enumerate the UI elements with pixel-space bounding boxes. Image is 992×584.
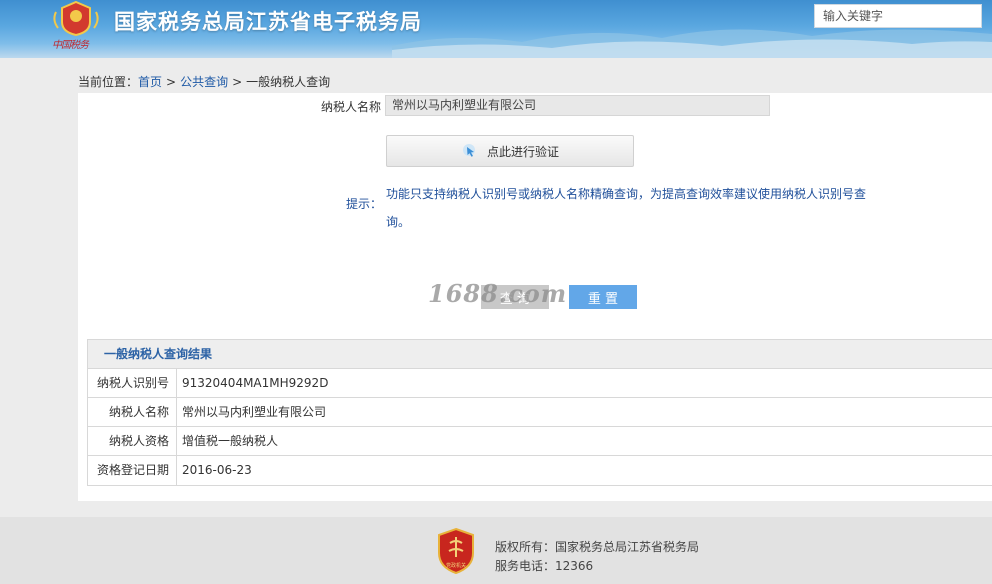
query-button[interactable]: 查 询 [481,285,549,309]
row-key: 纳税人名称 [88,398,177,426]
row-key: 资格登记日期 [88,456,177,485]
reset-button[interactable]: 重 置 [569,285,637,309]
hint-text: 功能只支持纳税人识别号或纳税人名称精确查询，为提高查询效率建议使用纳税人识别号查… [386,187,867,229]
hint-label: 提示： [346,197,383,211]
table-row: 资格登记日期 2016-06-23 [88,456,992,485]
table-row: 纳税人名称 常州以马内利塑业有限公司 [88,398,992,427]
taxpayer-name-field[interactable]: 常州以马内利塑业有限公司 [385,95,770,116]
verify-button[interactable]: 点此进行验证 [386,135,634,167]
row-value: 常州以马内利塑业有限公司 [182,405,327,419]
result-table: 一般纳税人查询结果 纳税人识别号 91320404MA1MH9292D 纳税人名… [87,339,992,486]
row-key: 纳税人资格 [88,427,177,455]
row-value: 增值税一般纳税人 [182,434,279,448]
taxpayer-name-label: 纳税人名称 [321,100,382,114]
search-input[interactable] [814,4,982,28]
copyright-text: 版权所有：国家税务总局江苏省税务局 [495,540,700,554]
government-badge-icon: 党政机关 [438,527,474,575]
site-title: 国家税务总局江苏省电子税务局 [114,10,422,34]
breadcrumb-prefix: 当前位置： [78,75,139,89]
query-panel: 纳税人名称 常州以马内利塑业有限公司 点此进行验证 提示： 功能只支持纳税人识别… [78,93,992,501]
site-footer: 党政机关 版权所有：国家税务总局江苏省税务局 服务电话：12366 [0,517,992,584]
breadcrumb: 当前位置：首页 > 公共查询 > 一般纳税人查询 [78,73,330,90]
breadcrumb-separator: > [232,75,243,89]
table-row: 纳税人资格 增值税一般纳税人 [88,427,992,456]
table-row: 纳税人识别号 91320404MA1MH9292D [88,369,992,398]
badge-text: 党政机关 [446,562,466,569]
breadcrumb-current: 一般纳税人查询 [246,75,331,89]
service-phone-text: 服务电话：12366 [495,559,594,573]
result-title: 一般纳税人查询结果 [88,340,992,369]
tax-emblem-icon [53,0,99,36]
cursor-click-icon [462,144,475,157]
breadcrumb-public-query-link[interactable]: 公共查询 [180,75,228,89]
row-key: 纳税人识别号 [88,369,177,397]
breadcrumb-home-link[interactable]: 首页 [138,75,162,89]
verify-button-label: 点此进行验证 [486,144,559,159]
site-header: 中国税务 国家税务总局江苏省电子税务局 [0,0,992,58]
row-value: 2016-06-23 [182,463,252,477]
emblem-caption: 中国税务 [52,40,89,51]
row-value: 91320404MA1MH9292D [182,376,329,390]
breadcrumb-separator: > [166,75,177,89]
